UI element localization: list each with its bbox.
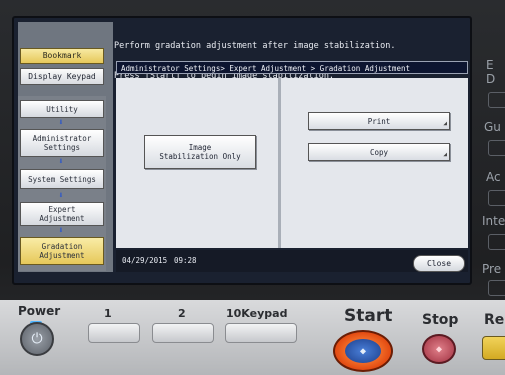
stop-icon: ◆	[435, 343, 443, 355]
key-2-label: 2	[178, 307, 186, 320]
reset-button[interactable]	[482, 336, 505, 360]
key-1-label: 1	[104, 307, 112, 320]
corner-mark-icon: ◢	[443, 151, 447, 158]
nav-item-expert-adjustment[interactable]: Expert Adjustment	[20, 202, 104, 226]
stop-button[interactable]: ◆	[422, 334, 456, 364]
instruction-line-1: Perform gradation adjustment after image…	[114, 41, 396, 51]
corner-mark-icon: ◢	[443, 120, 447, 127]
power-label: Power	[18, 304, 61, 318]
key-1-button[interactable]	[88, 323, 140, 343]
touch-screen: Perform gradation adjustment after image…	[12, 16, 472, 285]
keypad-label: 10Keypad	[226, 307, 288, 320]
nav-item-system-settings[interactable]: System Settings	[20, 169, 104, 189]
start-button[interactable]: ◆	[333, 330, 393, 372]
reset-label: Res	[484, 312, 505, 328]
down-arrow-icon: ⬇	[58, 157, 64, 167]
copy-button[interactable]: Copy ◢	[308, 143, 450, 161]
side-hard-key[interactable]	[488, 280, 505, 296]
panel-divider	[278, 78, 281, 248]
status-bar: 04/29/2015 09:28 Close	[116, 250, 468, 272]
close-button[interactable]: Close	[413, 255, 465, 272]
start-icon: ◆	[345, 339, 381, 363]
copy-label: Copy	[369, 147, 389, 157]
print-label: Print	[367, 116, 391, 126]
side-hard-key[interactable]	[488, 140, 505, 156]
key-2-button[interactable]	[152, 323, 214, 343]
side-label: Ac	[486, 170, 501, 184]
status-date: 04/29/2015	[122, 256, 168, 265]
nav-item-administrator-settings[interactable]: Administrator Settings	[20, 129, 104, 157]
breadcrumb-title-bar: Administrator Settings> Expert Adjustmen…	[116, 61, 468, 74]
status-time: 09:28	[174, 256, 197, 265]
image-stabilization-label: Image Stabilization Only	[159, 143, 241, 161]
side-label: E	[486, 58, 494, 72]
start-label: Start	[344, 306, 393, 326]
bookmark-button[interactable]: Bookmark	[20, 48, 104, 64]
stop-label: Stop	[422, 312, 459, 328]
side-label: Inte	[482, 214, 505, 228]
down-arrow-icon: ⬇	[58, 191, 64, 201]
side-hard-key[interactable]	[488, 92, 505, 108]
power-icon: ⏻	[31, 331, 43, 347]
side-label: Pre	[482, 262, 502, 276]
nav-item-utility[interactable]: Utility	[20, 100, 104, 118]
side-label: D	[486, 72, 496, 86]
print-button[interactable]: Print ◢	[308, 112, 450, 130]
image-stabilization-only-button[interactable]: Image Stabilization Only	[144, 135, 256, 169]
nav-item-gradation-adjustment[interactable]: Gradation Adjustment	[20, 237, 104, 265]
power-button[interactable]: ⏻	[20, 322, 54, 356]
down-arrow-icon: ⬇	[58, 226, 64, 236]
side-hard-key[interactable]	[488, 190, 505, 206]
keypad-button[interactable]	[225, 323, 297, 343]
side-label: Gu	[484, 120, 501, 134]
down-arrow-icon: ⬇	[58, 118, 64, 128]
display-keypad-button[interactable]: Display Keypad	[20, 68, 104, 85]
side-hard-key[interactable]	[488, 234, 505, 250]
main-content: Image Stabilization Only Print ◢ Copy ◢	[116, 78, 468, 248]
